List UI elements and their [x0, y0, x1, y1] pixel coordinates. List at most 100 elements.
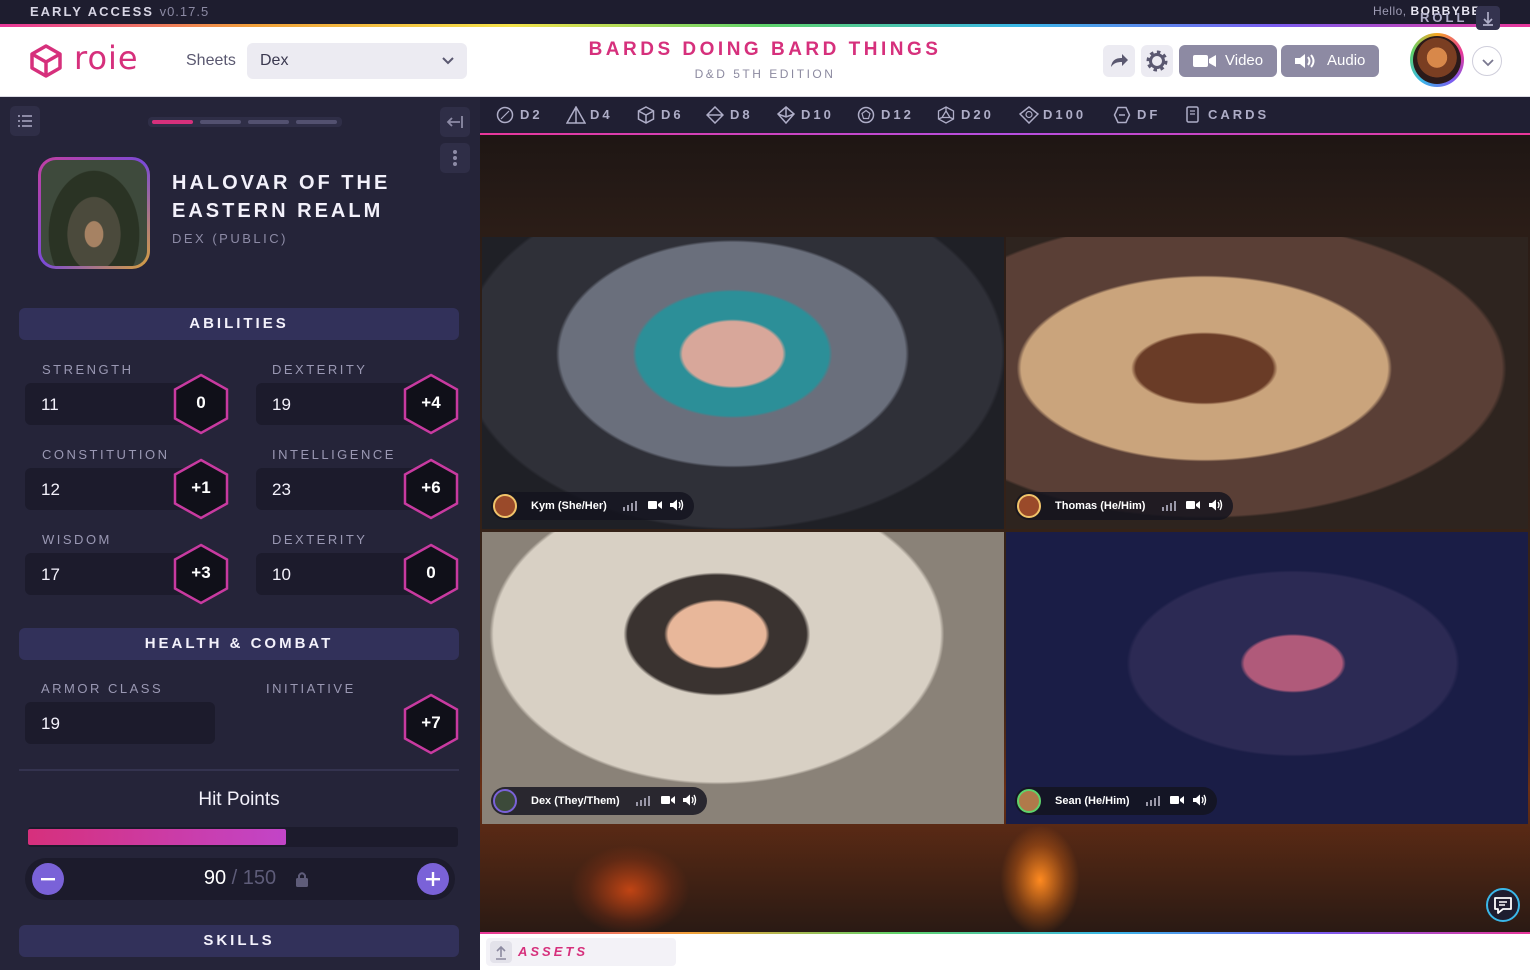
assets-tab[interactable]: ASSETS	[486, 938, 676, 966]
character-visibility: DEX (PUBLIC)	[172, 231, 288, 246]
speaker-icon[interactable]	[683, 794, 697, 806]
signal-strength-icon	[1146, 795, 1161, 806]
app-header: roie Sheets Dex BARDS DOING BARD THINGS …	[0, 27, 1530, 97]
ability-label: DEXTERITY	[272, 362, 368, 377]
video-button[interactable]: Video	[1179, 45, 1277, 77]
video-tile[interactable]: Sean (He/Him)	[1006, 532, 1528, 824]
die-d2[interactable]: D2	[496, 105, 556, 125]
upload-icon	[496, 945, 506, 960]
sheet-menu-button[interactable]	[10, 106, 40, 136]
early-access-bar: EARLY ACCESS v0.17.5 Hello, BOBBYBEEP	[0, 0, 1530, 24]
ability-label: WISDOM	[42, 532, 112, 547]
hit-points-control: 90 / 150	[25, 858, 455, 900]
video-camera-icon[interactable]	[647, 500, 662, 510]
roll-label: ROLL	[1420, 10, 1468, 25]
collapse-sidebar-button[interactable]	[440, 107, 470, 137]
speaker-icon	[1295, 54, 1315, 68]
sheet-page-tab-3[interactable]	[248, 120, 289, 124]
participant-nametag: Kym (She/Her)	[491, 492, 695, 520]
initiative-roll-animation	[271, 704, 390, 742]
chat-bubble-icon	[1494, 897, 1512, 914]
die-d100[interactable]: D100	[1019, 105, 1109, 125]
speaker-icon[interactable]	[670, 499, 684, 511]
collapse-left-icon	[446, 116, 463, 128]
increase-hp-button[interactable]	[417, 863, 449, 895]
assets-panel: ASSETS	[480, 934, 1530, 970]
participant-avatar	[493, 494, 517, 518]
initiative-label: INITIATIVE	[266, 681, 356, 696]
ability-modifier: +6	[402, 458, 460, 520]
current-hp: 90	[203, 867, 227, 889]
health-combat-header[interactable]: HEALTH & COMBAT	[19, 628, 459, 660]
roll-down-icon	[1483, 12, 1493, 26]
ability-label: CONSTITUTION	[42, 447, 170, 462]
speaker-icon[interactable]	[1208, 499, 1223, 511]
participant-avatar	[1017, 789, 1041, 813]
video-camera-icon[interactable]	[1170, 795, 1185, 805]
chat-button[interactable]	[1486, 888, 1520, 922]
hit-points-bar	[28, 827, 458, 847]
ability-modifier: 0	[172, 373, 230, 435]
signal-strength-icon	[623, 500, 638, 511]
settings-button[interactable]	[1141, 45, 1173, 77]
sheet-page-tab-4[interactable]	[296, 120, 337, 124]
user-avatar[interactable]	[1410, 33, 1464, 87]
die-d10[interactable]: D10	[777, 105, 847, 125]
game-stage: Kym (She/Her) Thomas (He/Him) Dex (They/…	[480, 135, 1530, 932]
audio-button[interactable]: Audio	[1281, 45, 1379, 77]
ability-label: DEXTERITY	[272, 532, 368, 547]
roll-button[interactable]	[1476, 6, 1500, 30]
skills-header[interactable]: SKILLS	[19, 925, 459, 957]
video-camera-icon[interactable]	[660, 795, 675, 805]
more-options-button[interactable]	[440, 143, 470, 173]
max-hp: 150	[242, 867, 277, 889]
video-camera-icon	[1193, 55, 1216, 67]
account-menu-button[interactable]	[1472, 46, 1502, 76]
assets-label: ASSETS	[518, 944, 589, 959]
participant-name: Sean (He/Him)	[1055, 795, 1130, 807]
sheet-page-tab-1[interactable]	[152, 120, 193, 124]
signal-strength-icon	[636, 795, 651, 806]
version-label: v0.17.5	[159, 4, 210, 19]
armor-class-label: ARMOR CLASS	[41, 681, 164, 696]
hit-points-value[interactable]: 90 / 150	[25, 867, 455, 890]
die-fudge[interactable]: DF	[1113, 105, 1173, 125]
d2-icon	[496, 106, 514, 124]
character-portrait[interactable]	[38, 157, 150, 269]
video-camera-icon[interactable]	[1186, 500, 1201, 510]
participant-nametag: Thomas (He/Him)	[1015, 492, 1233, 520]
participant-name: Kym (She/Her)	[531, 500, 607, 512]
abilities-header[interactable]: ABILITIES	[19, 308, 459, 340]
draw-cards[interactable]: CARDS	[1184, 105, 1284, 125]
die-d4[interactable]: D4	[566, 105, 626, 125]
armor-class-field[interactable]: 19	[25, 702, 215, 744]
initiative-modifier[interactable]: +7	[402, 693, 460, 755]
speaker-icon[interactable]	[1192, 794, 1207, 806]
gear-icon	[1146, 50, 1168, 72]
share-icon	[1111, 54, 1128, 67]
video-tile[interactable]: Kym (She/Her)	[482, 237, 1004, 529]
sheet-page-tab-2[interactable]	[200, 120, 241, 124]
lock-icon[interactable]	[295, 871, 309, 887]
d12-icon	[857, 106, 875, 124]
die-d6[interactable]: D6	[637, 105, 697, 125]
video-tile[interactable]: Dex (They/Them)	[482, 532, 1004, 824]
audio-label: Audio	[1327, 52, 1366, 69]
plus-icon	[426, 872, 440, 886]
stage-background-lava	[1000, 825, 1080, 932]
d10-icon	[777, 106, 795, 124]
ability-label: INTELLIGENCE	[272, 447, 396, 462]
ability-modifier: +3	[172, 543, 230, 605]
share-button[interactable]	[1103, 45, 1135, 77]
die-d8[interactable]: D8	[706, 105, 766, 125]
die-d20[interactable]: D20	[937, 105, 1007, 125]
die-d12[interactable]: D12	[857, 105, 927, 125]
participant-nametag: Sean (He/Him)	[1015, 787, 1217, 815]
participant-name: Thomas (He/Him)	[1055, 500, 1146, 512]
d6-icon	[637, 106, 655, 124]
ability-modifier: +1	[172, 458, 230, 520]
video-tile[interactable]: Thomas (He/Him)	[1006, 237, 1528, 529]
d100-icon	[1019, 106, 1039, 124]
cards-icon	[1186, 106, 1199, 123]
expand-assets-button[interactable]	[490, 941, 512, 963]
